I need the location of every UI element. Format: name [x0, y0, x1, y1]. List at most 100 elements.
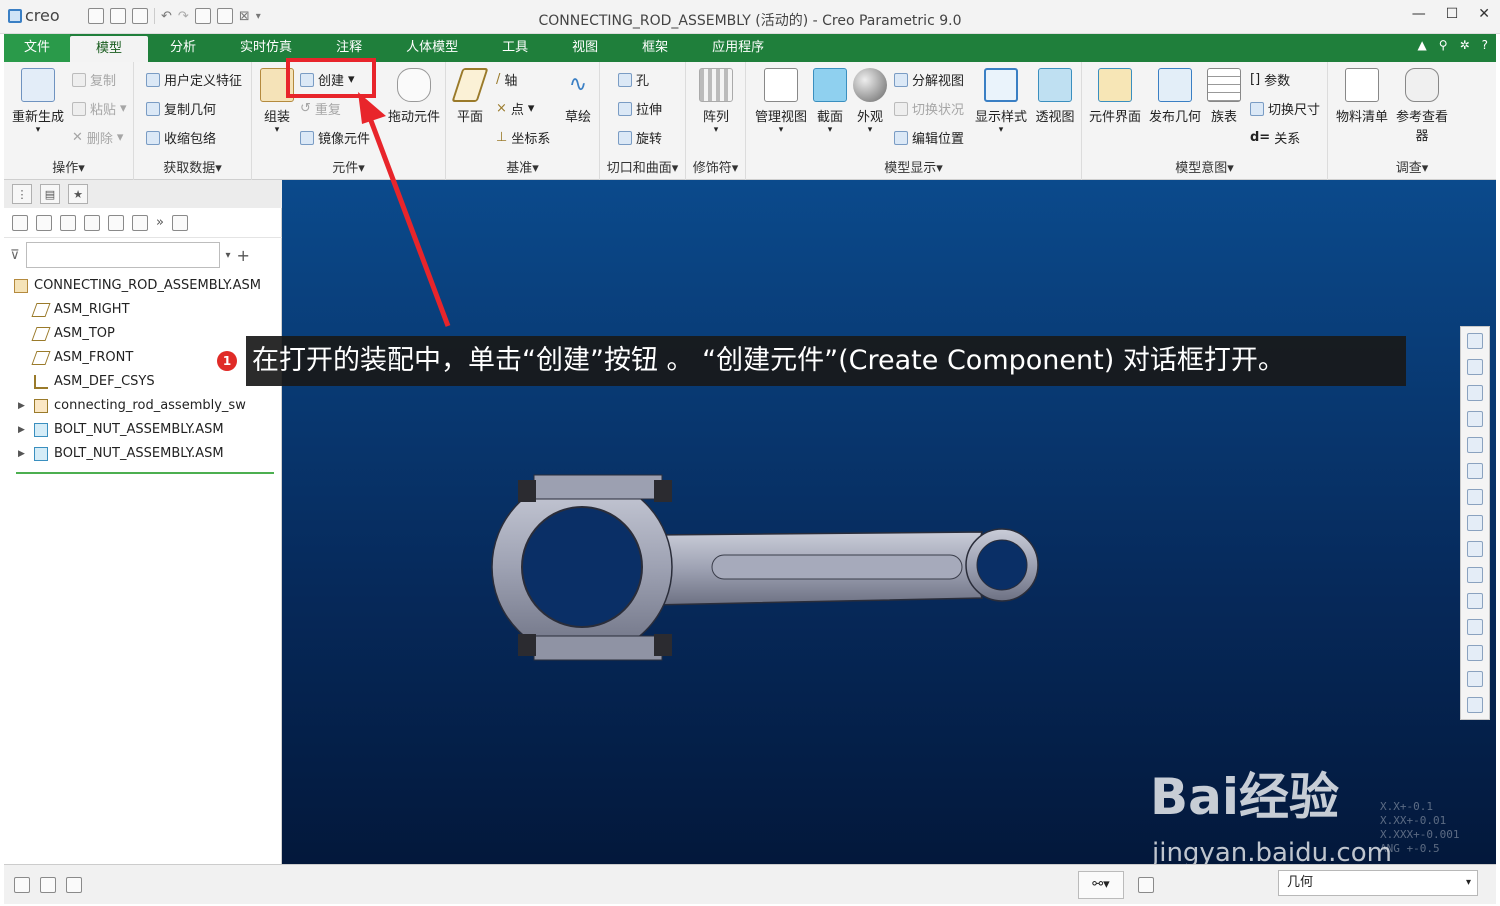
message-log-icon[interactable] — [14, 877, 30, 893]
maximize-icon[interactable]: ☐ — [1446, 6, 1459, 22]
paste-button[interactable]: 粘贴 ▾ — [72, 99, 127, 118]
graphics-window[interactable]: Bai经验 jingyan.baidu.com X.X+-0.1 X.XX+-0… — [282, 180, 1496, 868]
bom-button[interactable]: 物料清单 — [1332, 68, 1392, 125]
sketch-button[interactable]: ∿ 草绘 — [558, 68, 598, 125]
folder-browser-tab-icon[interactable]: ▤ — [40, 184, 60, 204]
find-icon[interactable]: ⚯▾ — [1078, 871, 1124, 899]
section-button[interactable]: 截面 ▾ — [812, 68, 848, 135]
tab-manikin[interactable]: 人体模型 — [384, 34, 480, 62]
help-icon[interactable]: ? — [1482, 38, 1488, 52]
zoom-in-icon[interactable] — [1467, 359, 1483, 375]
zoom-out-icon[interactable] — [1467, 385, 1483, 401]
tab-framework[interactable]: 框架 — [620, 34, 690, 62]
delete-button[interactable]: ✕ 删除 ▾ — [72, 128, 123, 147]
appearance-button[interactable]: 外观 ▾ — [852, 68, 888, 135]
tree-item-connecting-rod[interactable]: ▶ connecting_rod_assembly_sw — [18, 398, 246, 413]
tree-display-icon[interactable] — [132, 214, 148, 231]
full-screen-icon[interactable] — [66, 877, 82, 893]
group-label-get-data[interactable]: 获取数据▾ — [134, 157, 251, 176]
revolve-button[interactable]: 旋转 — [618, 128, 662, 147]
group-label-investigate[interactable]: 调查▾ — [1328, 157, 1496, 176]
search-icon[interactable]: ⚲ — [1439, 38, 1448, 52]
group-label-operations[interactable]: 操作▾ — [4, 157, 133, 176]
component-interface-button[interactable]: 元件界面 — [1086, 68, 1144, 125]
annotation-display-icon[interactable] — [1467, 593, 1483, 609]
tree-item-bolt-nut-1[interactable]: ▶ BOLT_NUT_ASSEMBLY.ASM — [18, 422, 224, 437]
connecting-rod-model[interactable] — [282, 180, 1496, 864]
tree-item-asm-front[interactable]: ASM_FRONT — [31, 350, 133, 365]
tree-columns-icon[interactable] — [60, 214, 76, 231]
expand-arrow-icon[interactable]: ▶ — [18, 425, 28, 435]
tree-search-input[interactable] — [25, 242, 220, 268]
repaint-icon[interactable] — [1467, 411, 1483, 427]
switch-dimensions-button[interactable]: 切换尺寸 — [1250, 99, 1320, 118]
model-tree-tab-icon[interactable]: ⋮ — [12, 184, 32, 204]
explode-view-button[interactable]: 分解视图 — [894, 70, 964, 89]
publish-geometry-button[interactable]: 发布几何 — [1146, 68, 1204, 125]
filter-icon[interactable]: ⊽ — [10, 248, 20, 263]
tree-item-root[interactable]: CONNECTING_ROD_ASSEMBLY.ASM — [14, 278, 261, 293]
edit-position-button[interactable]: 编辑位置 — [894, 128, 964, 147]
tree-item-asm-top[interactable]: ASM_TOP — [31, 326, 115, 341]
tab-view[interactable]: 视图 — [550, 34, 620, 62]
tab-applications[interactable]: 应用程序 — [690, 34, 786, 62]
reference-viewer-button[interactable]: 参考查看器 — [1394, 68, 1450, 144]
pause-icon[interactable] — [1467, 671, 1483, 687]
group-label-model-display[interactable]: 模型显示▾ — [746, 157, 1081, 176]
browser-toggle-icon[interactable] — [40, 877, 56, 893]
axis-button[interactable]: / 轴 — [496, 70, 517, 89]
tree-item-asm-def-csys[interactable]: ASM_DEF_CSYS — [34, 374, 155, 389]
group-label-datum[interactable]: 基准▾ — [446, 157, 599, 176]
tree-item-asm-right[interactable]: ASM_RIGHT — [31, 302, 130, 317]
group-label-model-intent[interactable]: 模型意图▾ — [1082, 157, 1327, 176]
add-icon[interactable]: + — [237, 246, 250, 265]
toggle-status-button[interactable]: 切换状况 — [894, 99, 964, 118]
copy-geometry-button[interactable]: 复制几何 — [146, 99, 216, 118]
tree-list-icon[interactable] — [36, 214, 52, 231]
view-manager-icon[interactable] — [1467, 489, 1483, 505]
search-dropdown-icon[interactable]: ▾ — [226, 250, 231, 261]
group-label-modifiers[interactable]: 修饰符▾ — [686, 157, 745, 176]
tab-file[interactable]: 文件 — [4, 34, 71, 62]
tab-tools[interactable]: 工具 — [480, 34, 550, 62]
family-table-button[interactable]: 族表 — [1206, 68, 1242, 125]
datum-display-icon[interactable] — [1467, 567, 1483, 583]
perspective-button[interactable]: 透视图 — [1032, 68, 1078, 125]
minimize-icon[interactable]: — — [1412, 6, 1426, 22]
favorites-tab-icon[interactable]: ★ — [68, 184, 88, 204]
tree-options-icon[interactable] — [171, 214, 188, 231]
spin-center-icon[interactable] — [1467, 619, 1483, 635]
saved-orientations-icon[interactable] — [1467, 463, 1483, 479]
point-button[interactable]: × 点 ▾ — [496, 99, 534, 118]
display-style-icon[interactable] — [1467, 437, 1483, 453]
display-style-button[interactable]: 显示样式 ▾ — [974, 68, 1028, 135]
perspective-view-icon[interactable] — [1467, 515, 1483, 531]
csys-button[interactable]: ⊥ 坐标系 — [496, 128, 550, 147]
manage-views-button[interactable]: 管理视图 ▾ — [752, 68, 810, 135]
pattern-button[interactable]: 阵列 ▾ — [694, 68, 738, 135]
repeat-button[interactable]: ↺ 重复 — [300, 99, 341, 118]
section-view-icon[interactable] — [1467, 541, 1483, 557]
extrude-button[interactable]: 拉伸 — [618, 99, 662, 118]
appearance-icon[interactable] — [1467, 697, 1483, 713]
tree-settings-icon[interactable] — [84, 214, 100, 231]
copy-button[interactable]: 复制 — [72, 70, 116, 89]
settings-icon[interactable]: ✲ — [1460, 38, 1470, 52]
hole-button[interactable]: 孔 — [618, 70, 649, 89]
tab-model[interactable]: 模型 — [70, 36, 149, 62]
group-label-cuts-surfaces[interactable]: 切口和曲面▾ — [600, 157, 685, 176]
tree-item-bolt-nut-2[interactable]: ▶ BOLT_NUT_ASSEMBLY.ASM — [18, 446, 224, 461]
udf-button[interactable]: 用户定义特征 — [146, 70, 242, 89]
regenerate-button[interactable]: 重新生成 ▾ — [8, 68, 68, 135]
expand-arrow-icon[interactable]: ▶ — [18, 401, 28, 411]
close-icon[interactable]: ✕ — [1478, 6, 1490, 22]
parameters-button[interactable]: [] 参数 — [1250, 70, 1290, 89]
expand-arrow-icon[interactable]: ▶ — [18, 449, 28, 459]
selection-filter-dropdown[interactable]: 几何 ▾ — [1278, 870, 1478, 896]
relations-button[interactable]: d= 关系 — [1250, 128, 1300, 147]
selection-filter-icon[interactable] — [1138, 877, 1154, 893]
csys-display-icon[interactable] — [1467, 645, 1483, 661]
tree-filter-icon[interactable] — [108, 214, 124, 231]
more-icon[interactable]: » — [156, 215, 164, 230]
collapse-ribbon-icon[interactable]: ▲ — [1418, 38, 1427, 52]
